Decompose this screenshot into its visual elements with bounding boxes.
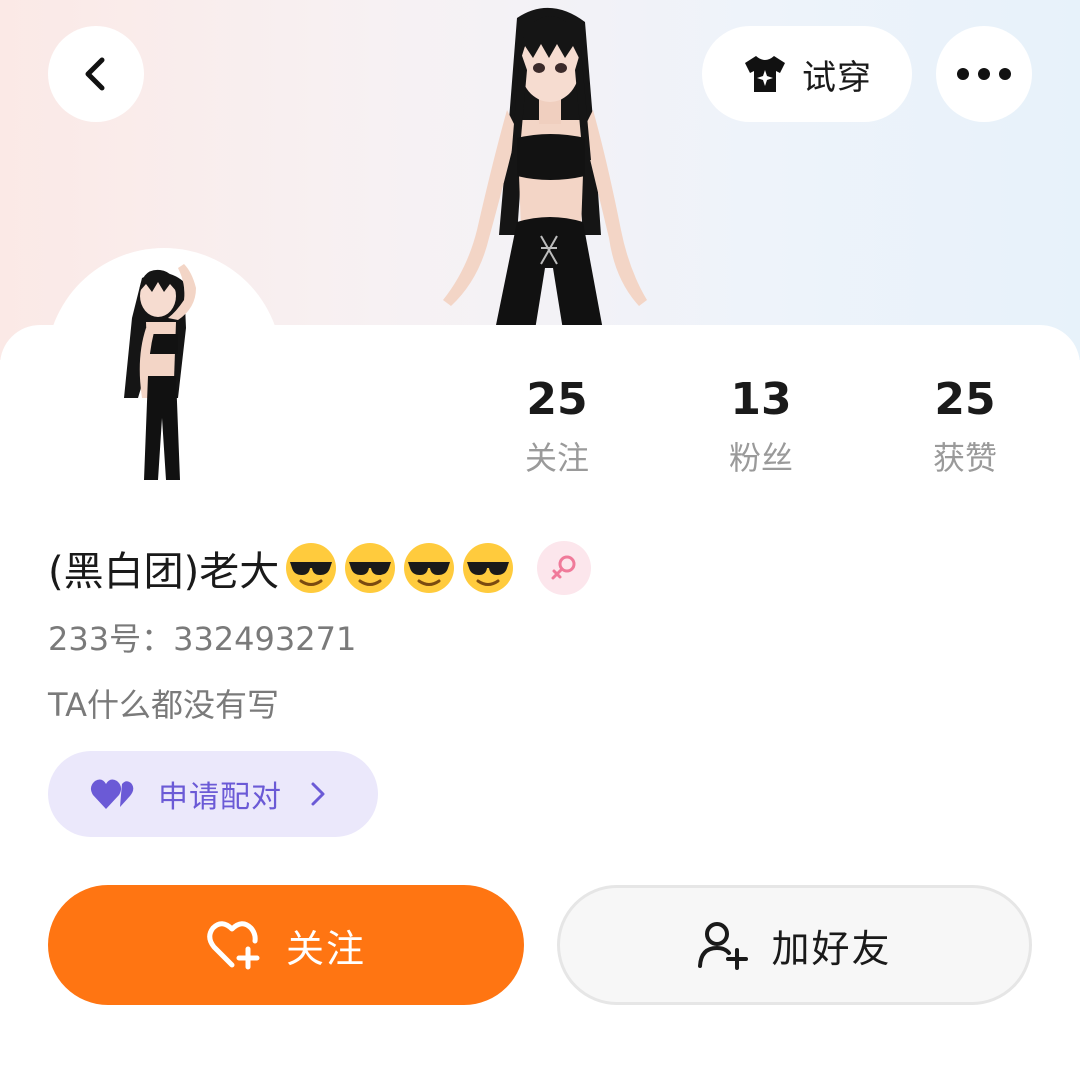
- sunglasses-emoji: 😎: [463, 543, 514, 593]
- avatar[interactable]: [46, 248, 282, 484]
- stat-likes-label: 获赞: [932, 439, 997, 477]
- gender-badge: [537, 541, 592, 595]
- stat-following-label: 关注: [524, 439, 589, 477]
- nickname: (黑白团)老大: [48, 549, 280, 595]
- sunglasses-emoji: 😎: [345, 543, 396, 593]
- avatar-figure: [124, 264, 196, 480]
- sunglasses-emoji: 😎: [404, 543, 455, 593]
- user-id: 233号：332493271: [48, 620, 357, 658]
- try-on-label: 试穿: [802, 57, 872, 98]
- sunglasses-emoji: 😎: [286, 543, 337, 593]
- more-dots-icon: [957, 68, 1011, 80]
- follow-label: 关注: [285, 926, 366, 971]
- stat-following-value: 25: [526, 374, 588, 425]
- stat-fans-value: 13: [730, 374, 792, 425]
- bio: TA什么都没有写: [48, 686, 279, 724]
- avatar-3d-figure: [443, 7, 647, 330]
- name-row: (黑白团)老大 😎 😎 😎 😎: [48, 536, 592, 600]
- female-icon: [551, 555, 576, 580]
- follow-button[interactable]: 关注: [48, 885, 524, 1005]
- add-friend-button[interactable]: 加好友: [557, 885, 1032, 1005]
- add-friend-label: 加好友: [771, 926, 892, 971]
- stat-fans[interactable]: 13 粉丝: [686, 372, 836, 484]
- stat-likes-value: 25: [934, 374, 996, 425]
- request-match-button[interactable]: 申请配对: [48, 751, 378, 837]
- stat-following[interactable]: 25 关注: [482, 372, 632, 484]
- tshirt-sparkle-icon: [745, 56, 785, 92]
- back-button[interactable]: [48, 26, 144, 122]
- user-plus-icon: [698, 922, 749, 970]
- heart-plus-icon: [207, 921, 260, 970]
- request-match-label: 申请配对: [158, 780, 282, 815]
- profile-page: 试穿 25 关注 13 粉丝 25 获赞 (黑白团)老大 😎 😎 😎 😎 233…: [0, 0, 1080, 1084]
- chevron-right-icon: [311, 782, 325, 806]
- try-on-button[interactable]: 试穿: [702, 26, 912, 122]
- stat-fans-label: 粉丝: [728, 439, 793, 477]
- chevron-left-icon: [85, 57, 105, 91]
- stat-likes[interactable]: 25 获赞: [890, 372, 1040, 484]
- double-heart-icon: [90, 779, 134, 809]
- more-options-button[interactable]: [936, 26, 1032, 122]
